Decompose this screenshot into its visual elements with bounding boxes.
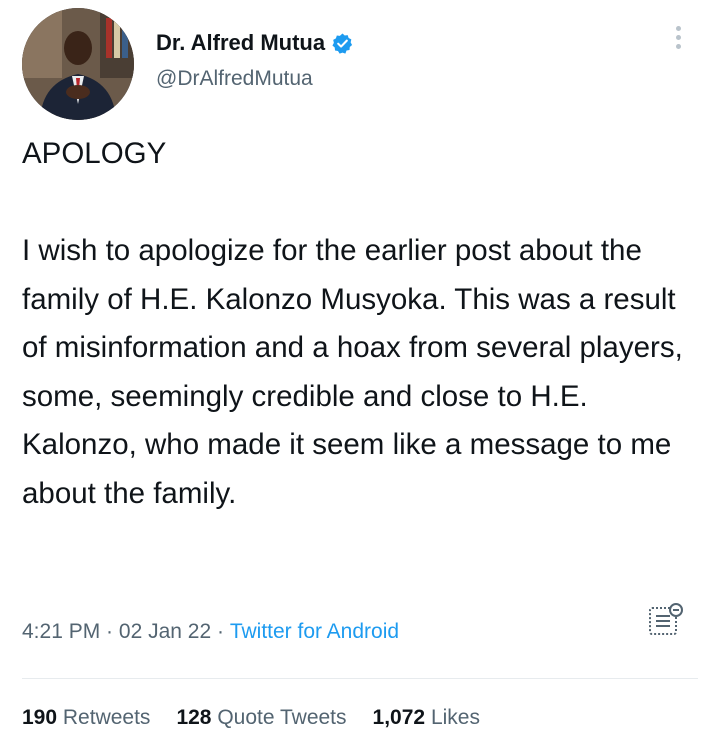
tweet-source-link[interactable]: Twitter for Android xyxy=(230,620,399,644)
retweets-stat[interactable]: 190 Retweets xyxy=(22,706,150,730)
author-display-name[interactable]: Dr. Alfred Mutua xyxy=(156,30,325,56)
verified-badge-icon xyxy=(331,32,354,55)
author-name-row[interactable]: Dr. Alfred Mutua xyxy=(156,30,354,56)
tweet-text: APOLOGY I wish to apologize for the earl… xyxy=(22,130,702,518)
engagement-stats: 190 Retweets 128 Quote Tweets 1,072 Like… xyxy=(22,706,480,730)
tweet-body: I wish to apologize for the earlier post… xyxy=(22,234,683,510)
meta-separator: · xyxy=(100,620,119,643)
quotes-label: Quote Tweets xyxy=(217,706,347,729)
likes-stat[interactable]: 1,072 Likes xyxy=(373,706,480,730)
quotes-count: 128 xyxy=(176,706,212,729)
tweet-heading: APOLOGY xyxy=(22,137,167,170)
retweets-label: Retweets xyxy=(62,706,151,729)
retweets-count: 190 xyxy=(22,706,58,729)
tweet-date[interactable]: 02 Jan 22 xyxy=(119,620,211,644)
quote-tweets-stat[interactable]: 128 Quote Tweets xyxy=(176,706,346,730)
meta-separator: · xyxy=(211,620,230,643)
author-avatar[interactable] xyxy=(22,8,134,120)
tweet-analytics-icon[interactable] xyxy=(646,600,686,640)
tweet-time[interactable]: 4:21 PM xyxy=(22,620,100,644)
stats-divider xyxy=(22,678,698,679)
tweet-metadata: 4:21 PM · 02 Jan 22 · Twitter for Androi… xyxy=(22,620,399,644)
tweet-card: Dr. Alfred Mutua @DrAlfredMutua APOLOGY … xyxy=(0,0,720,737)
likes-count: 1,072 xyxy=(372,706,426,729)
more-options-icon[interactable] xyxy=(666,22,690,58)
author-handle[interactable]: @DrAlfredMutua xyxy=(156,67,313,91)
likes-label: Likes xyxy=(430,706,480,729)
